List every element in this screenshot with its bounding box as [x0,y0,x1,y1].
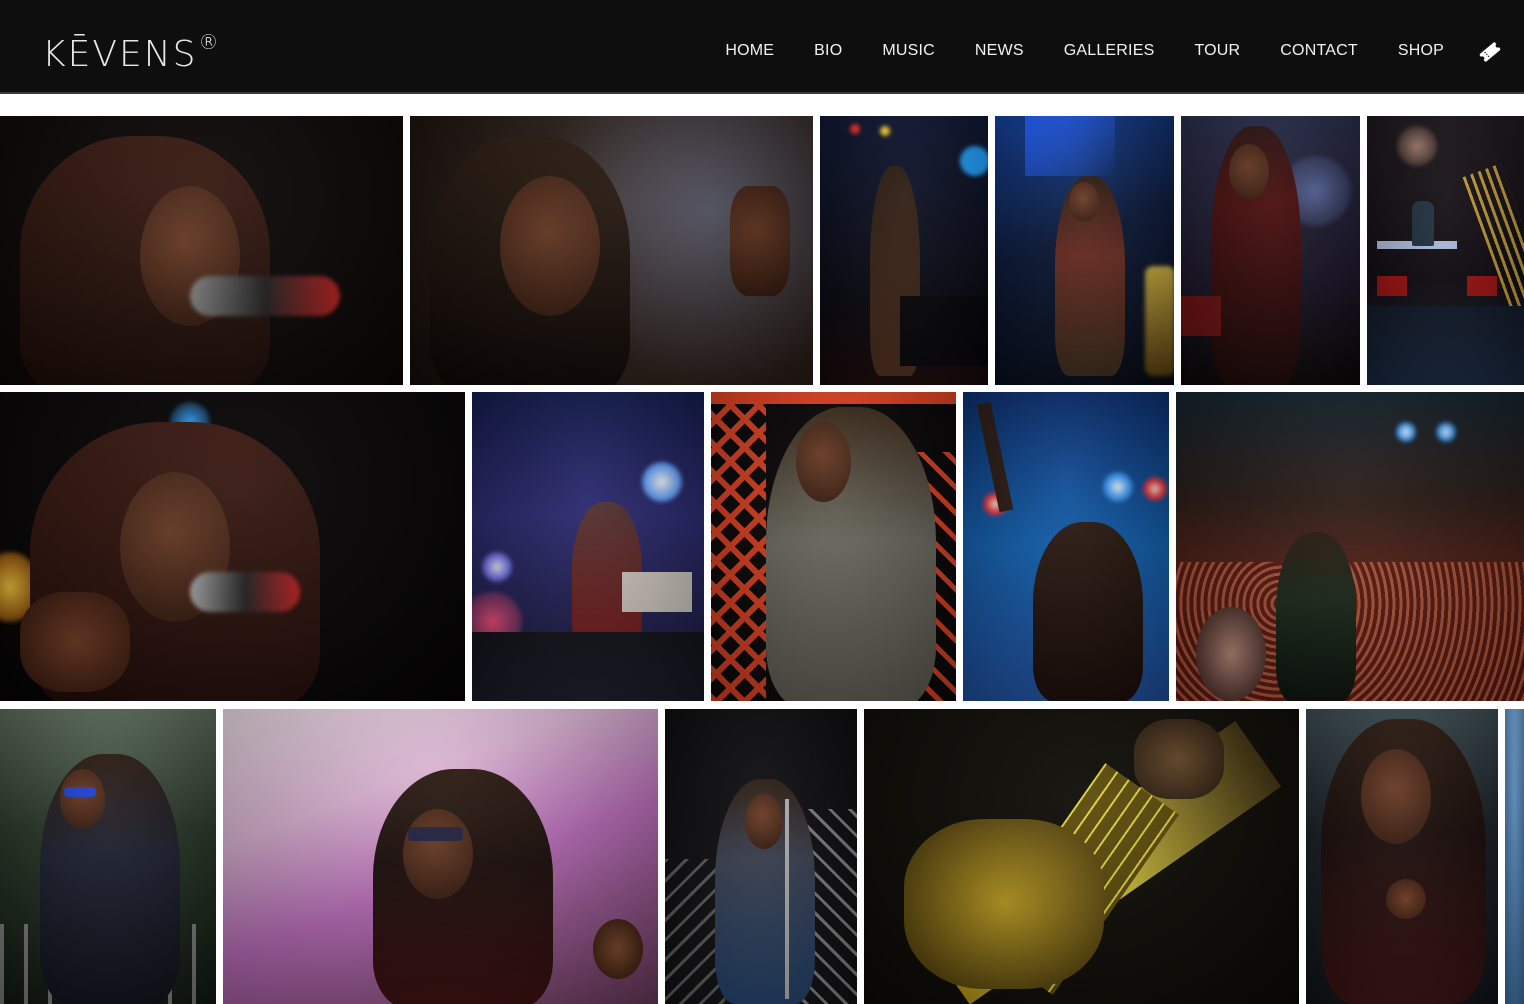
nav-music[interactable]: MUSIC [882,38,935,64]
gallery-photo[interactable] [472,392,704,701]
gallery-photo[interactable] [0,392,465,701]
gallery-photo[interactable] [223,709,658,1004]
gallery-photo[interactable] [1176,392,1524,701]
gallery-photo[interactable] [864,709,1299,1004]
gallery-photo[interactable] [820,116,988,385]
gallery-photo[interactable] [0,709,216,1004]
nav-tour[interactable]: TOUR [1194,38,1240,64]
photo-gallery [0,116,1524,1004]
site-header: KĒVENS® HOME BIO MUSIC NEWS GALLERIES TO… [0,0,1524,94]
gallery-photo[interactable] [711,392,956,701]
nav-news[interactable]: NEWS [975,38,1024,64]
gallery-photo[interactable] [963,392,1169,701]
nav-shop[interactable]: SHOP [1398,38,1444,64]
gallery-photo[interactable] [1367,116,1524,385]
main-nav: HOME BIO MUSIC NEWS GALLERIES TOUR CONTA… [685,38,1444,64]
ticket-icon[interactable] [1478,40,1502,64]
nav-home[interactable]: HOME [725,38,774,64]
nav-contact[interactable]: CONTACT [1280,38,1358,64]
registered-mark: ® [198,30,221,54]
gallery-photo[interactable] [410,116,813,385]
logo-text: KĒVENS [42,34,198,75]
nav-galleries[interactable]: GALLERIES [1064,38,1155,64]
gallery-photo[interactable] [1505,709,1524,1004]
gallery-photo[interactable] [0,116,403,385]
gallery-photo[interactable] [1306,709,1498,1004]
gallery-photo[interactable] [995,116,1174,385]
nav-bio[interactable]: BIO [814,38,842,64]
gallery-photo[interactable] [665,709,857,1004]
site-logo[interactable]: KĒVENS® [42,26,221,75]
gallery-photo[interactable] [1181,116,1360,385]
